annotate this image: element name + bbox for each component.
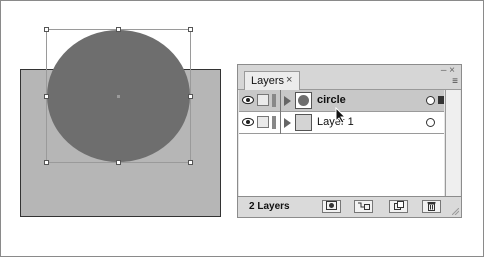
layer-color-swatch xyxy=(272,94,276,107)
layer-color-swatch xyxy=(272,116,276,129)
visibility-eye-icon[interactable] xyxy=(242,95,254,105)
layer-name[interactable]: circle xyxy=(317,94,346,106)
panel-menu-icon[interactable]: ≡ xyxy=(452,77,458,87)
resize-handle-bottom[interactable] xyxy=(116,160,121,165)
new-layer-icon xyxy=(393,201,404,210)
new-sublayer-icon xyxy=(358,202,370,210)
delete-layer-button[interactable] xyxy=(422,200,441,213)
trash-icon xyxy=(427,202,436,211)
visibility-eye-icon[interactable] xyxy=(242,117,254,127)
clipping-mask-icon xyxy=(326,201,337,210)
expand-triangle-icon[interactable] xyxy=(284,118,291,128)
layer-thumbnail xyxy=(295,92,312,109)
resize-handle-top[interactable] xyxy=(116,27,121,32)
target-icon[interactable] xyxy=(426,118,435,127)
resize-handle-right[interactable] xyxy=(188,94,193,99)
lock-toggle[interactable] xyxy=(257,116,269,128)
panel-footer: 2 Layers xyxy=(238,196,461,217)
resize-handle-bottom-right[interactable] xyxy=(188,160,193,165)
create-new-layer-button[interactable] xyxy=(389,200,408,213)
window-close-icon[interactable]: × xyxy=(449,65,455,76)
layer-count: 2 Layers xyxy=(249,201,290,212)
target-icon[interactable] xyxy=(426,96,435,105)
column-divider xyxy=(280,90,281,112)
mouse-pointer-icon xyxy=(335,107,347,124)
make-clipping-mask-button[interactable] xyxy=(322,200,341,213)
tab-close-icon[interactable]: × xyxy=(286,71,292,89)
minimize-icon[interactable]: – xyxy=(441,65,447,76)
resize-handle-top-left[interactable] xyxy=(44,27,49,32)
layers-panel: Layers × – × ≡ circle Layer 1 2 Layers xyxy=(237,64,462,218)
vertical-scrollbar[interactable] xyxy=(445,90,460,198)
lock-toggle[interactable] xyxy=(257,94,269,106)
column-divider xyxy=(280,112,281,134)
center-point xyxy=(117,95,120,98)
circle-thumbnail-icon xyxy=(298,95,309,106)
expand-triangle-icon[interactable] xyxy=(284,96,291,106)
layer-thumbnail xyxy=(295,114,312,131)
resize-handle-bottom-left[interactable] xyxy=(44,160,49,165)
create-sublayer-button[interactable] xyxy=(354,200,373,213)
panel-header: Layers × – × ≡ xyxy=(238,65,461,90)
tab-layers-label: Layers xyxy=(251,75,285,87)
resize-handle-left[interactable] xyxy=(44,94,49,99)
resize-handle-top-right[interactable] xyxy=(188,27,193,32)
panel-window-controls: – × xyxy=(441,66,455,76)
resize-grip-icon[interactable] xyxy=(452,208,459,215)
selection-indicator-icon[interactable] xyxy=(438,96,444,104)
